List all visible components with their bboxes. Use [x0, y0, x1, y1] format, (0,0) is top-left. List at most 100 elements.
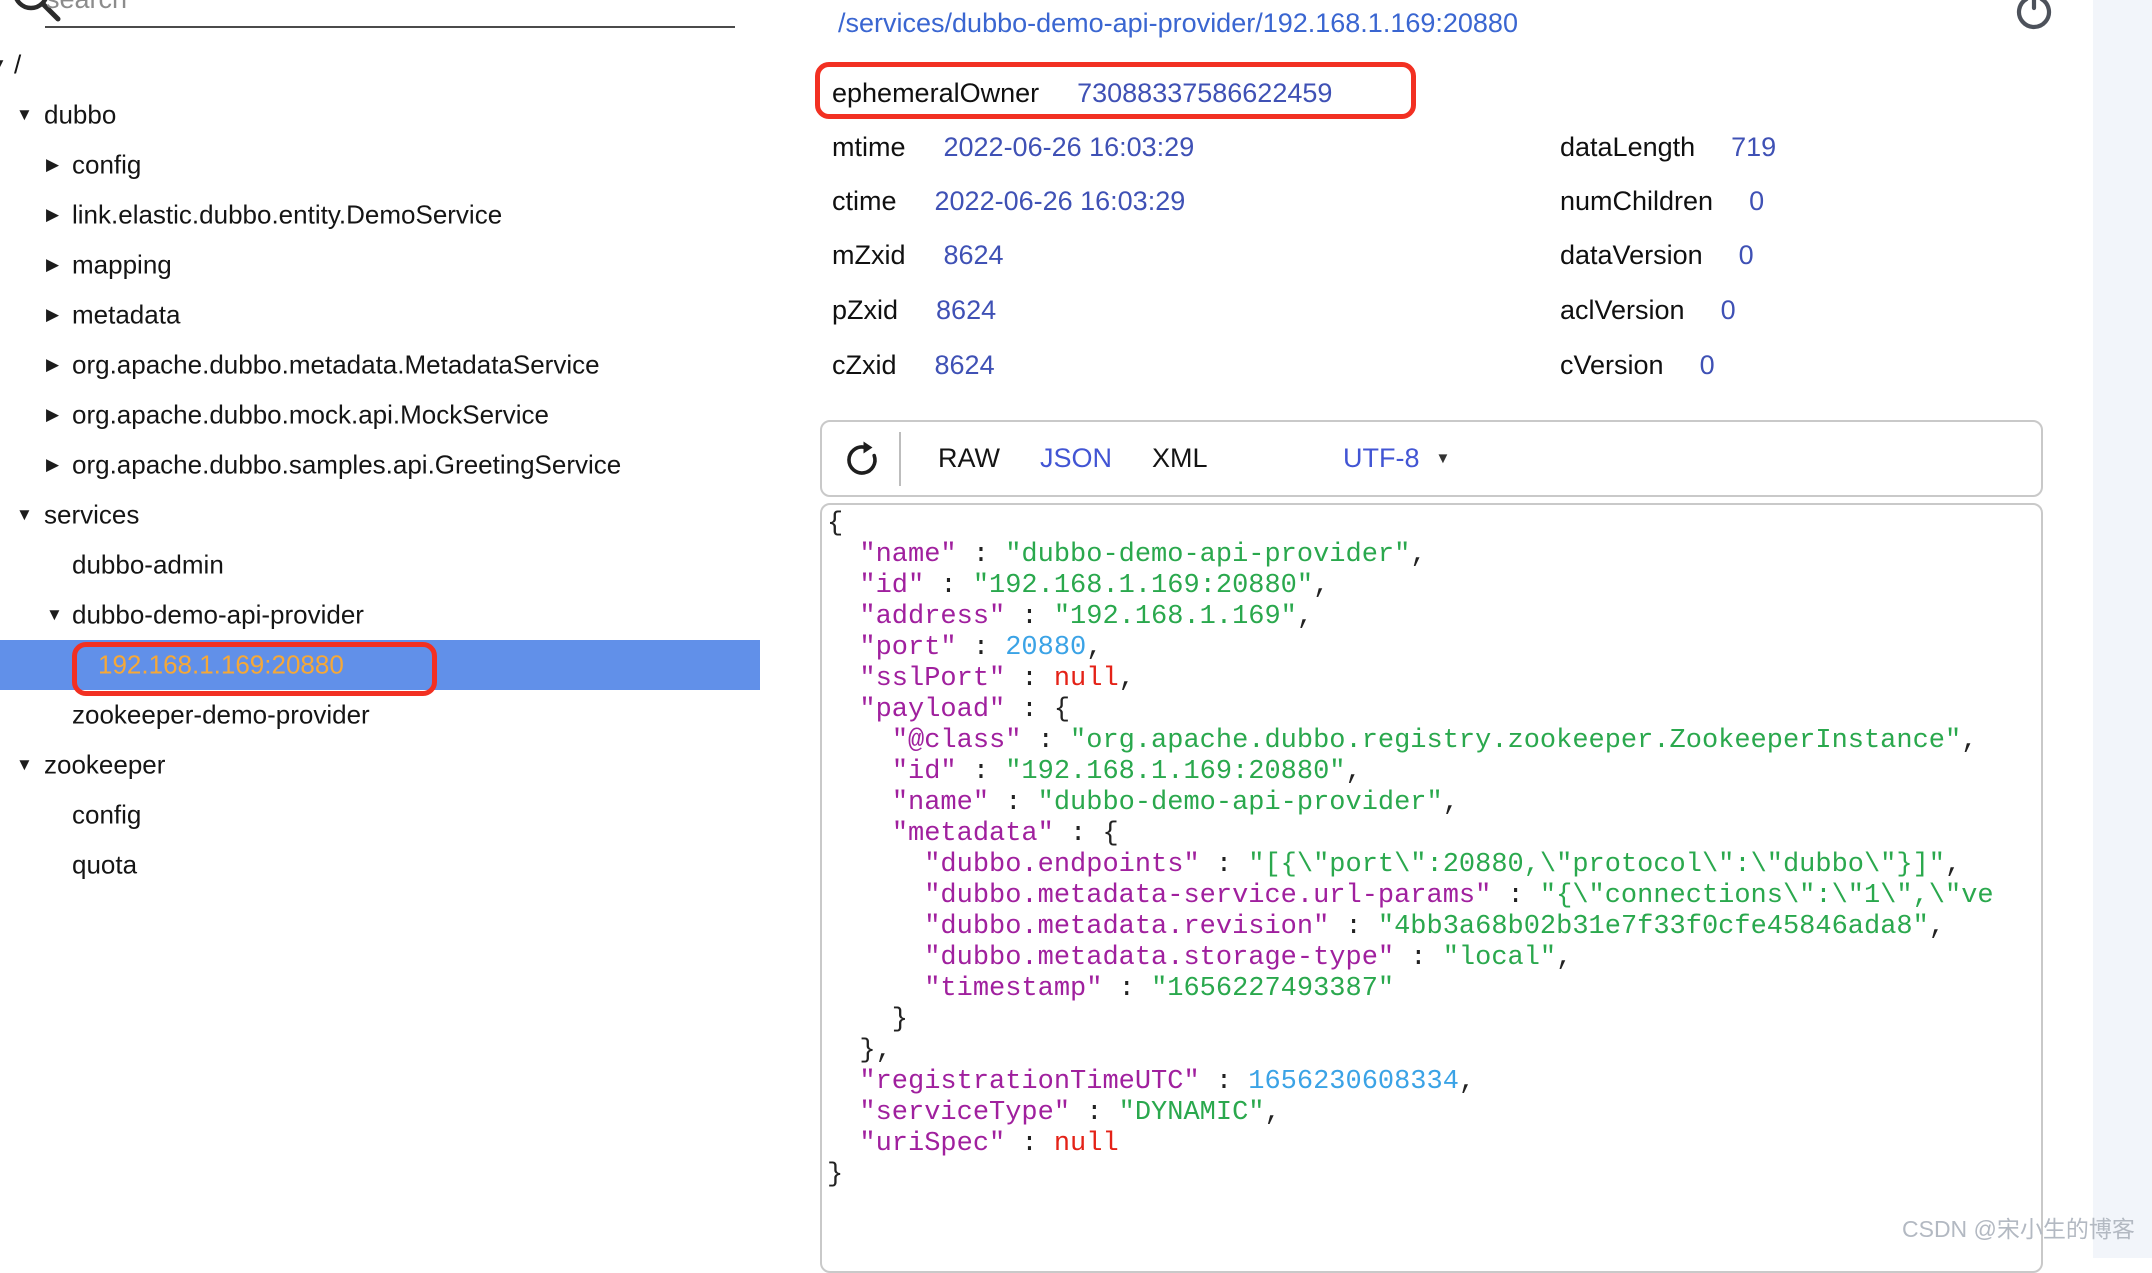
refresh-icon[interactable]: [842, 440, 882, 480]
stat-label: dataLength: [1560, 132, 1695, 163]
stat-row-mtime: mtime 2022-06-26 16:03:29: [832, 127, 1194, 167]
tree-item-config[interactable]: config: [0, 790, 760, 840]
tab-xml[interactable]: XML: [1152, 443, 1208, 474]
stat-label: mtime: [832, 132, 906, 163]
sidebar: search ▼/▼dubbo▶config▶link.elastic.dubb…: [0, 0, 760, 1258]
chevron-down-icon: ▼: [1436, 450, 1451, 467]
header-divider: [899, 432, 901, 486]
json-line: "payload" : {: [827, 695, 2041, 726]
json-line: "name" : "dubbo-demo-api-provider",: [827, 788, 2041, 819]
tree-item-config[interactable]: ▶ config: [0, 140, 760, 190]
tree-item-org-apache-dubbo-samples-api-greetingservice[interactable]: ▶ org.apache.dubbo.samples.api.GreetingSe…: [0, 440, 760, 490]
stat-label: cVersion: [1560, 350, 1664, 381]
expand-arrow-icon[interactable]: ▶: [46, 455, 59, 475]
tree: ▼/▼dubbo▶config▶link.elastic.dubbo.entit…: [0, 0, 760, 950]
tree-item-label: org.apache.dubbo.metadata.MetadataServic…: [72, 350, 600, 381]
tree-item-label: mapping: [72, 250, 172, 281]
stat-value: 8624: [944, 240, 1004, 271]
collapse-arrow-icon[interactable]: ▼: [16, 505, 33, 525]
json-line: "address" : "192.168.1.169",: [827, 602, 2041, 633]
expand-arrow-icon[interactable]: ▶: [46, 305, 59, 325]
stat-row-pzxid: pZxid 8624: [832, 290, 996, 330]
tree-item-zookeeper-demo-provider[interactable]: zookeeper-demo-provider: [0, 690, 760, 740]
tree-item-label: org.apache.dubbo.samples.api.GreetingSer…: [72, 450, 621, 481]
tree-item-label: dubbo: [44, 100, 116, 131]
stat-label: dataVersion: [1560, 240, 1703, 271]
stat-label: ctime: [832, 186, 897, 217]
stat-row-numchildren: numChildren 0: [1560, 181, 1764, 221]
tree-item-link-elastic-dubbo-entity-demoservice[interactable]: ▶ link.elastic.dubbo.entity.DemoService: [0, 190, 760, 240]
expand-arrow-icon[interactable]: ▶: [46, 355, 59, 375]
json-line: "timestamp" : "1656227493387": [827, 974, 2041, 1005]
tree-item-dubbo[interactable]: ▼ dubbo: [0, 90, 760, 140]
json-line: "metadata" : {: [827, 819, 2041, 850]
json-line: "dubbo.metadata.revision" : "4bb3a68b02b…: [827, 912, 2041, 943]
tree-item-mapping[interactable]: ▶ mapping: [0, 240, 760, 290]
tree-item-label: quota: [72, 850, 137, 881]
tree-item-label: dubbo-admin: [72, 550, 224, 581]
stat-value: 0: [1749, 186, 1764, 217]
json-line: "port" : 20880,: [827, 633, 2041, 664]
stat-label: ephemeralOwner: [832, 78, 1039, 109]
stat-row-dataversion: dataVersion 0: [1560, 235, 1754, 275]
tab-json[interactable]: JSON: [1040, 443, 1112, 474]
tree-item-dubbo-admin[interactable]: dubbo-admin: [0, 540, 760, 590]
expand-arrow-icon[interactable]: ▶: [46, 205, 59, 225]
node-path: /services/dubbo-demo-api-provider/192.16…: [823, 8, 1533, 39]
power-icon[interactable]: [2010, 0, 2058, 32]
stat-value: 0: [1700, 350, 1715, 381]
stat-label: cZxid: [832, 350, 897, 381]
tree-item-label: config: [72, 800, 141, 831]
stat-value: 8624: [936, 295, 996, 326]
tree-item-quota[interactable]: quota: [0, 840, 760, 890]
tree-item-label: org.apache.dubbo.mock.api.MockService: [72, 400, 549, 431]
tree-item-label: config: [72, 150, 141, 181]
tree-item-org-apache-dubbo-metadata-metadataservice[interactable]: ▶ org.apache.dubbo.metadata.MetadataServi…: [0, 340, 760, 390]
stat-row-aclversion: aclVersion0: [1560, 290, 1736, 330]
json-line: "dubbo.metadata-service.url-params" : "{…: [827, 881, 2041, 912]
stat-row-cversion: cVersion 0: [1560, 345, 1715, 385]
collapse-arrow-icon[interactable]: ▼: [0, 55, 7, 75]
collapse-arrow-icon[interactable]: ▼: [46, 605, 63, 625]
expand-arrow-icon[interactable]: ▶: [46, 255, 59, 275]
json-line: "dubbo.endpoints" : "[{\"port\":20880,\"…: [827, 850, 2041, 881]
watermark: CSDN @宋小生的博客: [1902, 1210, 2135, 1244]
stat-label: aclVersion: [1560, 295, 1685, 326]
tree-item-dubbo-demo-api-provider[interactable]: ▼ dubbo-demo-api-provider: [0, 590, 760, 640]
stat-value: 0: [1739, 240, 1754, 271]
tree-item-services[interactable]: ▼services: [0, 490, 760, 540]
right-edge-panel: [2093, 0, 2152, 1258]
tree-item-metadata[interactable]: ▶ metadata: [0, 290, 760, 340]
tree-item-label: /: [14, 50, 21, 81]
json-line: }: [827, 1160, 2041, 1191]
expand-arrow-icon[interactable]: ▶: [46, 405, 59, 425]
collapse-arrow-icon[interactable]: ▼: [16, 105, 33, 125]
json-line: {: [827, 509, 2041, 540]
stat-row-ctime: ctime 2022-06-26 16:03:29: [832, 181, 1185, 221]
json-line: "id" : "192.168.1.169:20880",: [827, 757, 2041, 788]
stat-label: pZxid: [832, 295, 898, 326]
encoding-dropdown[interactable]: UTF-8 ▼: [1343, 420, 1450, 497]
encoding-label: UTF-8: [1343, 443, 1420, 474]
tab-raw[interactable]: RAW: [938, 443, 1000, 474]
json-line: "uriSpec" : null: [827, 1129, 2041, 1160]
stat-row-datalength: dataLength719: [1560, 127, 1776, 167]
tree-item-zookeeper[interactable]: ▼ zookeeper: [0, 740, 760, 790]
stat-row-ephemeralowner: ephemeralOwner 73088337586622459: [832, 73, 1332, 113]
tree-item-label: zookeeper: [44, 750, 165, 781]
collapse-arrow-icon[interactable]: ▼: [16, 755, 33, 775]
json-content: { "name" : "dubbo-demo-api-provider", "i…: [820, 503, 2043, 1273]
stat-label: mZxid: [832, 240, 906, 271]
stat-label: numChildren: [1560, 186, 1713, 217]
stat-row-mzxid: mZxid 8624: [832, 235, 1004, 275]
tree-item-label: link.elastic.dubbo.entity.DemoService: [72, 200, 502, 231]
tree-item-label: dubbo-demo-api-provider: [72, 600, 364, 631]
expand-arrow-icon[interactable]: ▶: [46, 155, 59, 175]
tree-item-label: metadata: [72, 300, 180, 331]
tree-item-[interactable]: ▼/: [0, 40, 760, 90]
stat-value: 73088337586622459: [1077, 78, 1332, 109]
tree-item-org-apache-dubbo-mock-api-mockservice[interactable]: ▶ org.apache.dubbo.mock.api.MockService: [0, 390, 760, 440]
stat-value: 2022-06-26 16:03:29: [944, 132, 1195, 163]
stat-value: 2022-06-26 16:03:29: [935, 186, 1186, 217]
json-line: "@class" : "org.apache.dubbo.registry.zo…: [827, 726, 2041, 757]
